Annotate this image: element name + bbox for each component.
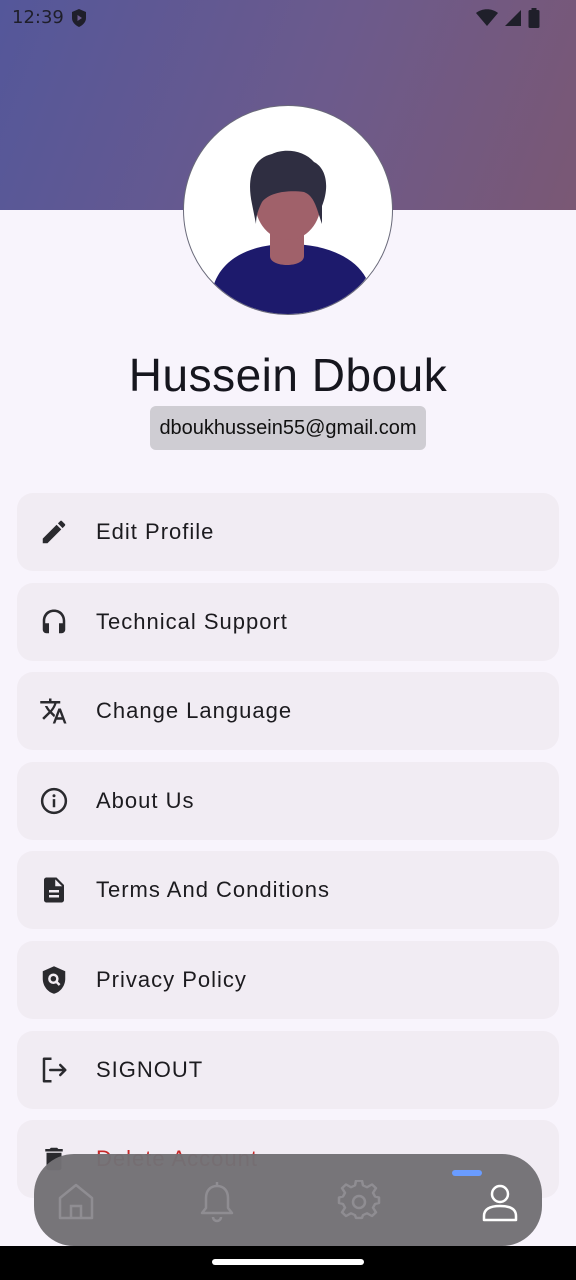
translate-icon [40, 698, 67, 724]
nav-home[interactable] [54, 1180, 98, 1224]
status-bar: 12:39 [0, 0, 576, 36]
pencil-icon [42, 520, 66, 544]
signal-icon [505, 10, 521, 26]
status-time: 12:39 [12, 7, 64, 28]
info-icon [40, 787, 68, 815]
nav-notifications[interactable] [195, 1180, 239, 1224]
menu-label: Change Language [96, 698, 293, 723]
avatar-person-icon [214, 150, 366, 314]
menu-item-about-us[interactable]: About Us [17, 762, 559, 840]
menu-label: Privacy Policy [96, 967, 247, 992]
status-icons [476, 8, 540, 28]
active-tab-indicator [452, 1170, 482, 1176]
menu-item-technical-support[interactable]: Technical Support [17, 583, 559, 661]
home-gesture-pill[interactable] [212, 1259, 364, 1265]
menu-item-privacy-policy[interactable]: Privacy Policy [17, 941, 559, 1019]
menu-label: Terms And Conditions [96, 877, 330, 902]
avatar[interactable] [183, 105, 393, 315]
shield-search-icon [42, 966, 66, 994]
battery-icon [528, 8, 540, 28]
menu-item-signout[interactable]: SIGNOUT [17, 1031, 559, 1109]
play-protect-icon [72, 9, 86, 27]
menu-label: Technical Support [96, 609, 288, 634]
headset-icon [42, 609, 66, 634]
profile-email: dboukhussein55@gmail.com [150, 406, 426, 450]
nav-profile[interactable] [478, 1180, 522, 1224]
menu-label: About Us [96, 788, 195, 813]
settings-icon [337, 1179, 381, 1220]
profile-name: Hussein Dbouk [128, 349, 448, 401]
menu-item-terms-and-conditions[interactable]: Terms And Conditions [17, 851, 559, 929]
menu-label: SIGNOUT [96, 1057, 204, 1082]
menu-item-edit-profile[interactable]: Edit Profile [17, 493, 559, 571]
logout-icon [42, 1057, 67, 1083]
bottom-navigation [34, 1154, 542, 1246]
home-icon [58, 1183, 94, 1220]
document-icon [44, 877, 64, 903]
bell-icon [200, 1182, 234, 1223]
profile-icon [482, 1184, 518, 1222]
menu-item-change-language[interactable]: Change Language [17, 672, 559, 750]
wifi-icon [476, 9, 498, 26]
nav-settings[interactable] [337, 1179, 381, 1224]
menu-label: Edit Profile [96, 519, 215, 544]
